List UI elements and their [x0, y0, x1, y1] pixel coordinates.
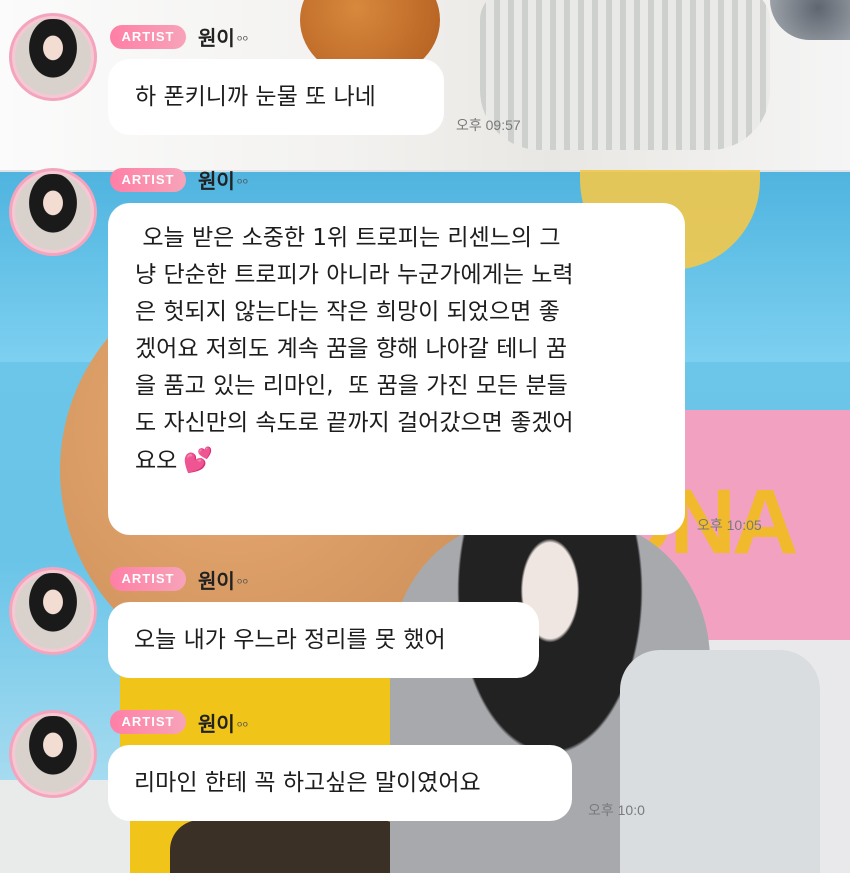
message-text: 오늘 받은 소중한 1위 트로피는 리센느의 그 냥 단순한 트로피가 아니라 … [135, 225, 574, 474]
sender-name-text: 원이 [198, 26, 235, 50]
artist-badge: ARTIST [110, 567, 186, 591]
background-character-base [170, 820, 410, 873]
sender-name-text: 원이 [198, 569, 235, 593]
sender-name-text: 원이 [198, 169, 235, 193]
artist-avatar[interactable] [9, 567, 97, 655]
two-hearts-icon: 💕 [183, 446, 214, 474]
message-time: 오후 10:05 [697, 517, 762, 533]
artist-avatar[interactable] [9, 710, 97, 798]
avatar-photo [15, 573, 91, 649]
sender-name-suffix: ᵒᵒ [236, 576, 249, 592]
sender-name-suffix: ᵒᵒ [236, 719, 249, 735]
artist-badge: ARTIST [110, 710, 186, 734]
artist-avatar[interactable] [9, 168, 97, 256]
message-time: 오후 09:57 [456, 117, 521, 133]
message-time: 오후 10:0 [588, 802, 645, 818]
sender-name-text: 원이 [198, 712, 235, 736]
sender-name-suffix: ᵒᵒ [236, 176, 249, 192]
message-bubble[interactable]: 하 폰키니까 눈물 또 나네 [108, 59, 444, 135]
sender-name: 원이 ᵒᵒ [198, 22, 248, 51]
sender-name: 원이 ᵒᵒ [198, 565, 248, 594]
background-backpack [620, 650, 820, 873]
artist-badge: ARTIST [110, 168, 186, 192]
sender-name: 원이 ᵒᵒ [198, 165, 248, 194]
avatar-photo [15, 716, 91, 792]
background-plaid-skirt [480, 0, 770, 150]
avatar-photo [15, 19, 91, 95]
avatar-photo [15, 174, 91, 250]
sender-name: 원이 ᵒᵒ [198, 708, 248, 737]
sender-name-suffix: ᵒᵒ [236, 33, 249, 49]
message-bubble[interactable]: 오늘 받은 소중한 1위 트로피는 리센느의 그 냥 단순한 트로피가 아니라 … [108, 203, 685, 535]
message-bubble[interactable]: 리마인 한테 꼭 하고싶은 말이였어요 [108, 745, 572, 821]
artist-badge: ARTIST [110, 25, 186, 49]
artist-avatar[interactable] [9, 13, 97, 101]
message-bubble[interactable]: 오늘 내가 우느라 정리를 못 했어 [108, 602, 539, 678]
